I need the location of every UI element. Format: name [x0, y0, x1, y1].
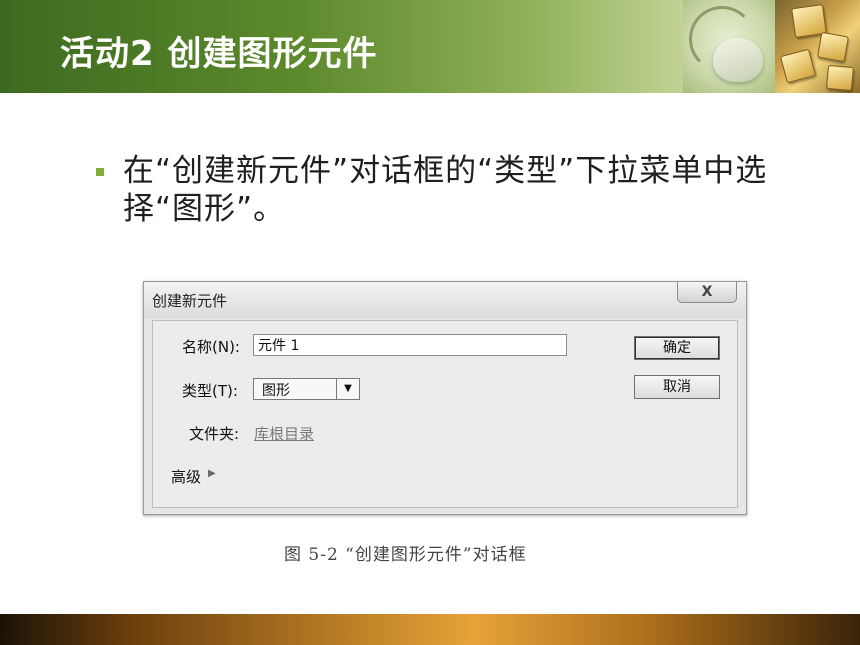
dialog-titlebar[interactable]: 创建新元件 X	[144, 282, 746, 318]
create-symbol-dialog: 创建新元件 X 名称(N): 元件 1 类型(T): 图形 ▼ 文件夹: 库根目…	[143, 281, 747, 515]
name-label: 名称(N):	[182, 338, 240, 356]
dialog-title: 创建新元件	[152, 292, 228, 310]
bullet-text: 在“创建新元件”对话框的“类型”下拉菜单中选择“图形”。	[123, 153, 768, 227]
folder-link[interactable]: 库根目录	[254, 423, 314, 444]
slide-title: 活动2 创建图形元件	[60, 34, 378, 74]
figure-caption: 图 5-2 “创建图形元件”对话框	[284, 545, 527, 565]
close-button[interactable]: X	[677, 282, 737, 303]
folder-label: 文件夹:	[189, 425, 240, 443]
type-select[interactable]: 图形 ▼	[253, 378, 360, 400]
name-input[interactable]: 元件 1	[253, 334, 567, 356]
dialog-body: 名称(N): 元件 1 类型(T): 图形 ▼ 文件夹: 库根目录 高级 ▶ 确…	[152, 320, 738, 508]
close-icon: X	[701, 284, 713, 300]
slide-header: 活动2 创建图形元件	[0, 0, 860, 93]
ok-button[interactable]: 确定	[634, 336, 720, 360]
advanced-label[interactable]: 高级	[171, 466, 201, 487]
footer-bar	[0, 614, 860, 645]
keyboard-keys-photo	[775, 0, 860, 93]
type-label: 类型(T):	[182, 382, 238, 400]
cancel-button[interactable]: 取消	[634, 375, 720, 399]
expand-arrow-icon[interactable]: ▶	[208, 468, 216, 479]
mouse-body	[713, 38, 763, 82]
type-select-value: 图形	[262, 383, 290, 399]
dropdown-arrow-icon[interactable]: ▼	[336, 379, 359, 399]
key-shape	[826, 64, 854, 92]
key-shape	[779, 48, 817, 84]
mouse-photo	[683, 0, 775, 93]
key-shape	[816, 31, 850, 63]
bullet-marker-icon	[96, 168, 104, 176]
